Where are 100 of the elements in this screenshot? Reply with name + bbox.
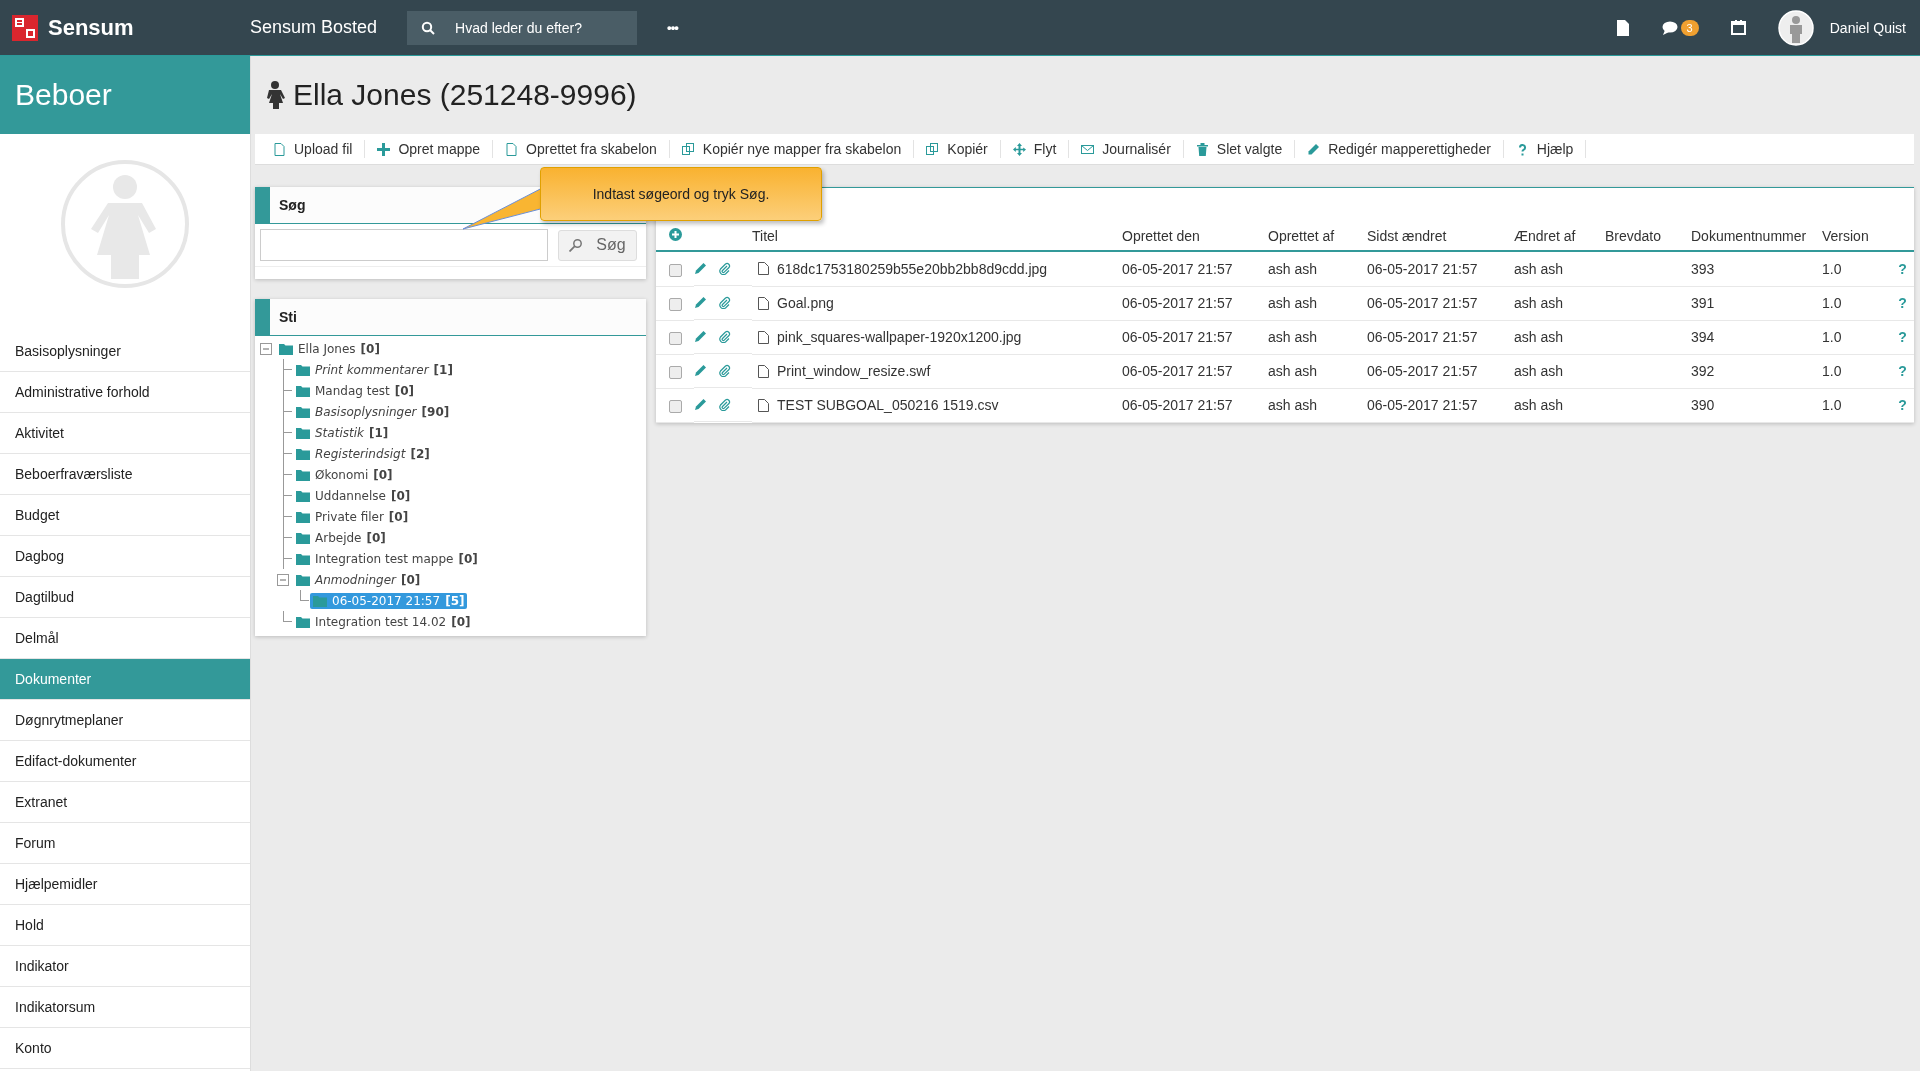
- folder-node[interactable]: Uddannelse [0]: [293, 487, 414, 504]
- folder-icon: [279, 342, 293, 355]
- search-icon: [421, 20, 436, 35]
- help-link[interactable]: ?: [1898, 397, 1907, 413]
- folder-node[interactable]: Integration test 14.02 [0]: [293, 613, 474, 630]
- pencil-icon[interactable]: [694, 398, 707, 411]
- column-header[interactable]: Oprettet den: [1122, 228, 1200, 244]
- row-checkbox[interactable]: [668, 399, 682, 413]
- toolbar-button[interactable]: Hjælp: [1503, 140, 1587, 158]
- sidebar-item[interactable]: Beboerfraværsliste: [0, 454, 250, 495]
- folder-node[interactable]: Ella Jones [0]: [276, 340, 383, 357]
- table-cell: 06-05-2017 21:57: [1367, 295, 1478, 311]
- table-cell: 06-05-2017 21:57: [1367, 363, 1478, 379]
- trash-icon: [1195, 142, 1209, 156]
- toolbar-button[interactable]: Kopiér nye mapper fra skabelon: [669, 140, 915, 158]
- sidebar-item[interactable]: Indikator: [0, 946, 250, 987]
- help-link[interactable]: ?: [1898, 363, 1907, 379]
- column-header[interactable]: Version: [1822, 228, 1869, 244]
- file-icon: [758, 296, 769, 310]
- table-cell: 390: [1691, 397, 1715, 413]
- file-name[interactable]: Goal.png: [777, 295, 834, 311]
- help-link[interactable]: ?: [1898, 295, 1907, 311]
- chat-icon[interactable]: [1661, 20, 1678, 35]
- row-checkbox[interactable]: [668, 297, 682, 311]
- pencil-icon[interactable]: [694, 330, 707, 343]
- paperclip-icon[interactable]: [718, 364, 731, 377]
- table-cell: 06-05-2017 21:57: [1122, 295, 1233, 311]
- pencil-icon[interactable]: [694, 364, 707, 377]
- search-field[interactable]: Hvad leder du efter?: [407, 10, 638, 45]
- sidebar-item[interactable]: Forum: [0, 823, 250, 864]
- pencil-icon[interactable]: [694, 296, 707, 309]
- sidebar-item[interactable]: Budget: [0, 495, 250, 536]
- folder-node[interactable]: Anmodninger [0]: [293, 571, 424, 588]
- help-link[interactable]: ?: [1898, 260, 1907, 277]
- toolbar-button[interactable]: Oprettet fra skabelon: [493, 140, 670, 158]
- column-header[interactable]: Sidst ændret: [1367, 228, 1447, 244]
- folder-node[interactable]: Integration test mappe [0]: [293, 550, 481, 567]
- table-cell: 06-05-2017 21:57: [1122, 260, 1233, 277]
- row-checkbox[interactable]: [668, 365, 682, 379]
- panel-title: Sti: [279, 309, 297, 325]
- sidebar-item[interactable]: Hjælpemidler: [0, 864, 250, 905]
- sidebar-item[interactable]: Dagtilbud: [0, 577, 250, 618]
- toolbar-button[interactable]: Flyt: [1000, 140, 1070, 158]
- pencil-icon[interactable]: [694, 262, 707, 275]
- folder-node[interactable]: Print kommentarer [1]: [293, 361, 456, 378]
- paperclip-icon[interactable]: [718, 330, 731, 343]
- help-link[interactable]: ?: [1898, 329, 1907, 345]
- more-button[interactable]: •••: [667, 20, 678, 35]
- sidebar-item[interactable]: Edifact-dokumenter: [0, 741, 250, 782]
- folder-icon: [296, 468, 310, 481]
- collapse-toggle-icon[interactable]: [277, 573, 289, 586]
- sidebar-item[interactable]: Døgnrytmeplaner: [0, 700, 250, 741]
- paperclip-icon[interactable]: [718, 262, 731, 275]
- toolbar-button[interactable]: Slet valgte: [1183, 140, 1296, 158]
- add-circle-icon[interactable]: [668, 228, 682, 241]
- paperclip-icon[interactable]: [718, 296, 731, 309]
- collapse-toggle-icon[interactable]: [260, 342, 272, 355]
- folder-node[interactable]: Arbejde [0]: [293, 529, 389, 546]
- sidebar-item[interactable]: Administrative forhold: [0, 372, 250, 413]
- avatar-icon[interactable]: [1777, 9, 1814, 46]
- user-name[interactable]: Daniel Quist: [1829, 19, 1906, 36]
- sidebar-item[interactable]: Indikatorsum: [0, 987, 250, 1028]
- toolbar-button[interactable]: Redigér mapperettigheder: [1295, 140, 1504, 158]
- folder-node[interactable]: Mandag test [0]: [293, 382, 418, 399]
- toolbar-button[interactable]: Opret mappe: [365, 140, 494, 158]
- folder-node[interactable]: Statistik [1]: [293, 424, 392, 441]
- sidebar-item[interactable]: Extranet: [0, 782, 250, 823]
- file-name[interactable]: pink_squares-wallpaper-1920x1200.jpg: [777, 329, 1022, 345]
- folder-node[interactable]: Private filer [0]: [293, 508, 412, 525]
- column-header[interactable]: Oprettet af: [1268, 228, 1335, 244]
- toolbar-button[interactable]: Kopiér: [914, 140, 1001, 158]
- folder-node[interactable]: Basisoplysninger [90]: [293, 403, 453, 420]
- file-name[interactable]: 618dc1753180259b55e20bb2bb8d9cdd.jpg: [777, 260, 1048, 277]
- column-header[interactable]: Ændret af: [1514, 228, 1576, 244]
- toolbar-button[interactable]: Upload fil: [261, 140, 366, 158]
- app-title[interactable]: Sensum Bosted: [250, 17, 378, 38]
- sidebar-item[interactable]: Aktivitet: [0, 413, 250, 454]
- sidebar-item[interactable]: Hold: [0, 905, 250, 946]
- table-cell: 06-05-2017 21:57: [1367, 397, 1478, 413]
- logo-icon: [12, 14, 38, 41]
- folder-node[interactable]: Registerindsigt [2]: [293, 445, 433, 462]
- row-checkbox[interactable]: [668, 263, 682, 277]
- sidebar-item[interactable]: Basisoplysninger: [0, 331, 250, 372]
- column-header[interactable]: Dokumentnummer: [1691, 228, 1807, 244]
- toolbar-button[interactable]: Journalisér: [1069, 140, 1184, 158]
- search-input[interactable]: [260, 229, 548, 261]
- calendar-icon[interactable]: [1730, 20, 1746, 35]
- row-checkbox[interactable]: [668, 331, 682, 345]
- column-header[interactable]: Brevdato: [1605, 228, 1662, 244]
- sidebar-item[interactable]: Konto: [0, 1028, 250, 1069]
- file-name[interactable]: Print_window_resize.swf: [777, 363, 931, 379]
- sidebar-item[interactable]: Dagbog: [0, 536, 250, 577]
- file-icon: [758, 330, 769, 344]
- file-name[interactable]: TEST SUBGOAL_050216 1519.csv: [777, 397, 999, 413]
- folder-node[interactable]: Økonomi [0]: [293, 466, 396, 483]
- paperclip-icon[interactable]: [718, 398, 731, 411]
- folder-icon: [296, 426, 310, 439]
- document-icon[interactable]: [1615, 19, 1630, 36]
- column-header[interactable]: Titel: [752, 228, 778, 244]
- search-button[interactable]: Søg: [558, 229, 637, 261]
